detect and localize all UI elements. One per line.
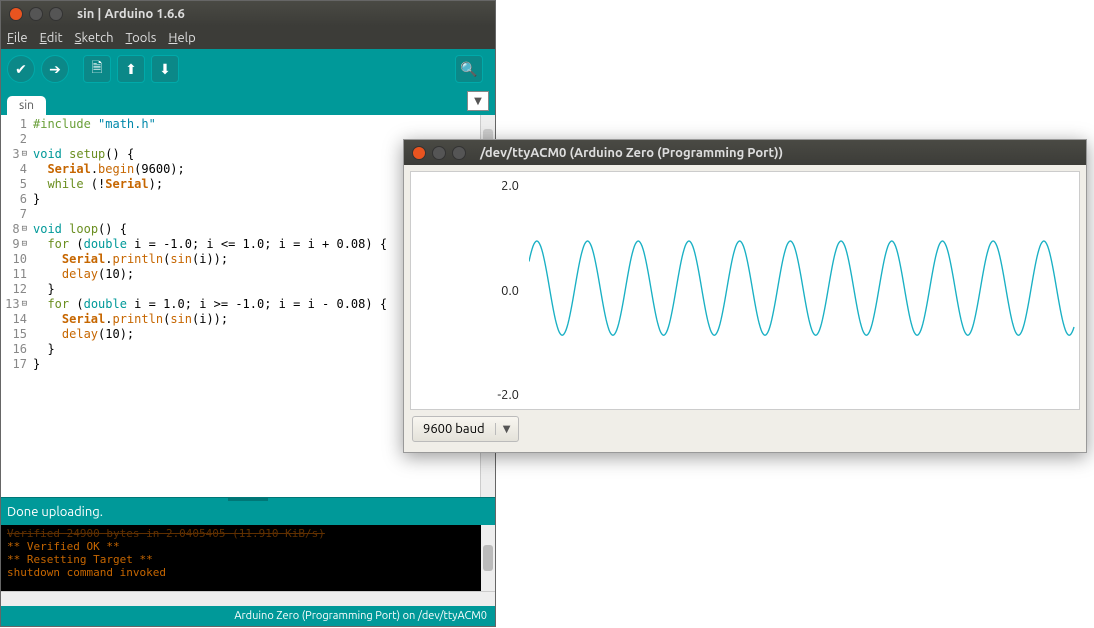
baud-value: 9600 baud — [413, 422, 495, 436]
serial-plotter-window: /dev/ttyACM0 (Arduino Zero (Programming … — [403, 139, 1087, 453]
ytick: 0.0 — [501, 284, 519, 298]
plotter-titlebar[interactable]: /dev/ttyACM0 (Arduino Zero (Programming … — [404, 140, 1086, 165]
maximize-icon[interactable] — [49, 7, 63, 21]
menu-bar: File Edit Sketch Tools Help — [1, 26, 495, 49]
chevron-down-icon[interactable]: ▼ — [495, 423, 518, 435]
open-button[interactable]: ⬆ — [117, 55, 145, 83]
plotter-title: /dev/ttyACM0 (Arduino Zero (Programming … — [480, 146, 783, 160]
maximize-icon[interactable] — [452, 146, 466, 160]
plotter-bottom: 9600 baud ▼ — [404, 416, 1086, 448]
y-axis-labels: 2.0 0.0 -2.0 — [411, 172, 525, 409]
ide-title: sin | Arduino 1.6.6 — [77, 7, 185, 21]
console-hscrollbar[interactable] — [1, 591, 495, 606]
baud-select[interactable]: 9600 baud ▼ — [412, 416, 519, 442]
ytick: -2.0 — [497, 388, 519, 402]
new-button[interactable]: 🗎 — [83, 55, 111, 83]
minimize-icon[interactable] — [29, 7, 43, 21]
menu-help[interactable]: Help — [168, 31, 195, 45]
tab-sin[interactable]: sin — [7, 96, 46, 115]
serial-monitor-button[interactable]: 🔍 — [455, 55, 483, 83]
status-message: Done uploading. — [1, 502, 495, 525]
save-button[interactable]: ⬇ — [151, 55, 179, 83]
verify-button[interactable]: ✔ — [7, 55, 35, 83]
menu-edit[interactable]: Edit — [40, 31, 63, 45]
footer-board-info: Arduino Zero (Programming Port) on /dev/… — [1, 606, 495, 626]
upload-button[interactable]: ➔ — [41, 55, 69, 83]
close-icon[interactable] — [412, 146, 426, 160]
menu-sketch[interactable]: Sketch — [75, 31, 114, 45]
ytick: 2.0 — [501, 179, 519, 193]
tab-bar: sin ▼ — [1, 89, 495, 115]
tab-dropdown-icon[interactable]: ▼ — [467, 91, 489, 111]
line-gutter: 123⊟45678⊟9⊟10111213⊟14151617 — [1, 115, 29, 497]
minimize-icon[interactable] — [432, 146, 446, 160]
close-icon[interactable] — [9, 7, 23, 21]
menu-tools[interactable]: Tools — [126, 31, 157, 45]
plot-line — [529, 176, 1075, 400]
ide-titlebar[interactable]: sin | Arduino 1.6.6 — [1, 1, 495, 26]
console[interactable]: Verified 24900 bytes in 2.0405405 (11.91… — [1, 525, 495, 591]
menu-file[interactable]: File — [7, 31, 28, 45]
plot-area: 2.0 0.0 -2.0 — [410, 171, 1080, 410]
toolbar: ✔ ➔ 🗎 ⬆ ⬇ 🔍 — [1, 49, 495, 89]
